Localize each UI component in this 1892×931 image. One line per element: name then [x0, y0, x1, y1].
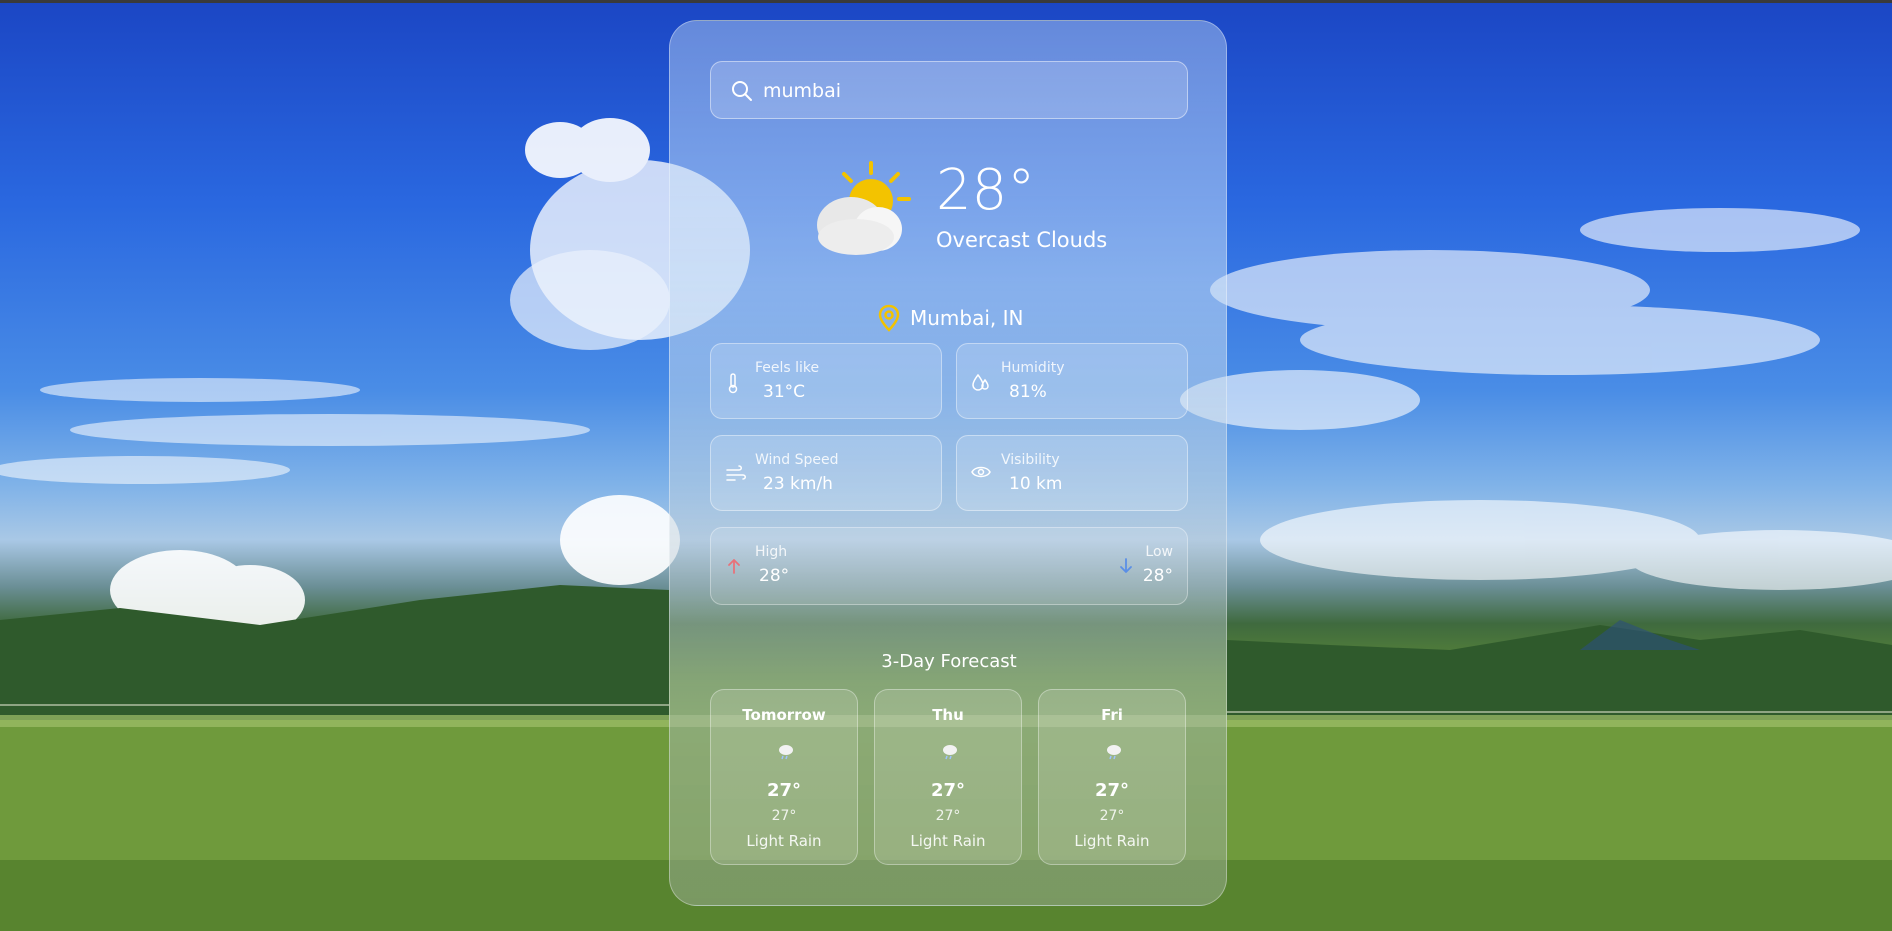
arrow-down-icon — [1120, 558, 1132, 573]
forecast-low: 27° — [1099, 808, 1125, 824]
forecast-high: 27° — [766, 780, 802, 801]
humidity-tile: Humidity 81% — [956, 343, 1188, 419]
forecast-high: 27° — [930, 780, 966, 801]
wind-icon — [726, 465, 746, 481]
location-name: Mumbai, IN — [910, 306, 1024, 330]
forecast-low: 27° — [935, 808, 961, 824]
droplets-icon — [972, 373, 989, 391]
visibility-tile: Visibility 10 km — [956, 435, 1188, 511]
search-input[interactable] — [761, 72, 1175, 110]
current-temperature: 28° — [936, 158, 1036, 223]
forecast-high: 27° — [1094, 780, 1130, 801]
visibility-label: Visibility — [1001, 452, 1060, 468]
wind-speed-value: 23 km/h — [763, 474, 833, 494]
forecast-day-name: Fri — [1101, 706, 1123, 724]
forecast-day-card: Thu 27° 27° Light Rain — [874, 689, 1022, 865]
forecast-title: 3-Day Forecast — [881, 651, 1017, 672]
map-pin-icon — [878, 304, 900, 332]
sun-behind-cloud-icon — [817, 161, 911, 255]
rain-cloud-icon — [779, 745, 793, 760]
location: Mumbai, IN — [878, 303, 1024, 333]
rain-cloud-icon — [943, 745, 957, 760]
feels-like-tile: Feels like 31°C — [710, 343, 942, 419]
forecast-day-name: Thu — [932, 706, 964, 724]
forecast-description: Light Rain — [910, 832, 986, 850]
feels-like-value: 31°C — [763, 382, 806, 402]
current-condition: Overcast Clouds — [936, 228, 1108, 252]
eye-icon — [971, 466, 991, 478]
forecast-day-card: Fri 27° 27° Light Rain — [1038, 689, 1186, 865]
low-label: Low — [1145, 544, 1173, 560]
wind-speed-label: Wind Speed — [755, 452, 839, 468]
feels-like-label: Feels like — [755, 360, 820, 376]
forecast-day-card: Tomorrow 27° 27° Light Rain — [710, 689, 858, 865]
forecast-low: 27° — [771, 808, 797, 824]
high-value: 28° — [759, 566, 790, 586]
forecast-description: Light Rain — [746, 832, 822, 850]
thermometer-icon — [728, 373, 738, 394]
search-box[interactable] — [710, 61, 1188, 119]
rain-cloud-icon — [1107, 745, 1121, 760]
arrow-up-icon — [728, 559, 740, 574]
search-icon — [732, 81, 752, 101]
forecast-description: Light Rain — [1074, 832, 1150, 850]
wind-speed-tile: Wind Speed 23 km/h — [710, 435, 942, 511]
weather-card: 28° Overcast Clouds Mumbai, IN Feels lik… — [669, 20, 1227, 906]
visibility-value: 10 km — [1009, 474, 1063, 494]
low-value: 28° — [1142, 566, 1173, 586]
high-label: High — [755, 544, 788, 560]
forecast-day-name: Tomorrow — [742, 706, 826, 724]
humidity-label: Humidity — [1001, 360, 1065, 376]
high-low-tile: High 28° Low 28° — [710, 527, 1188, 605]
humidity-value: 81% — [1009, 382, 1047, 402]
